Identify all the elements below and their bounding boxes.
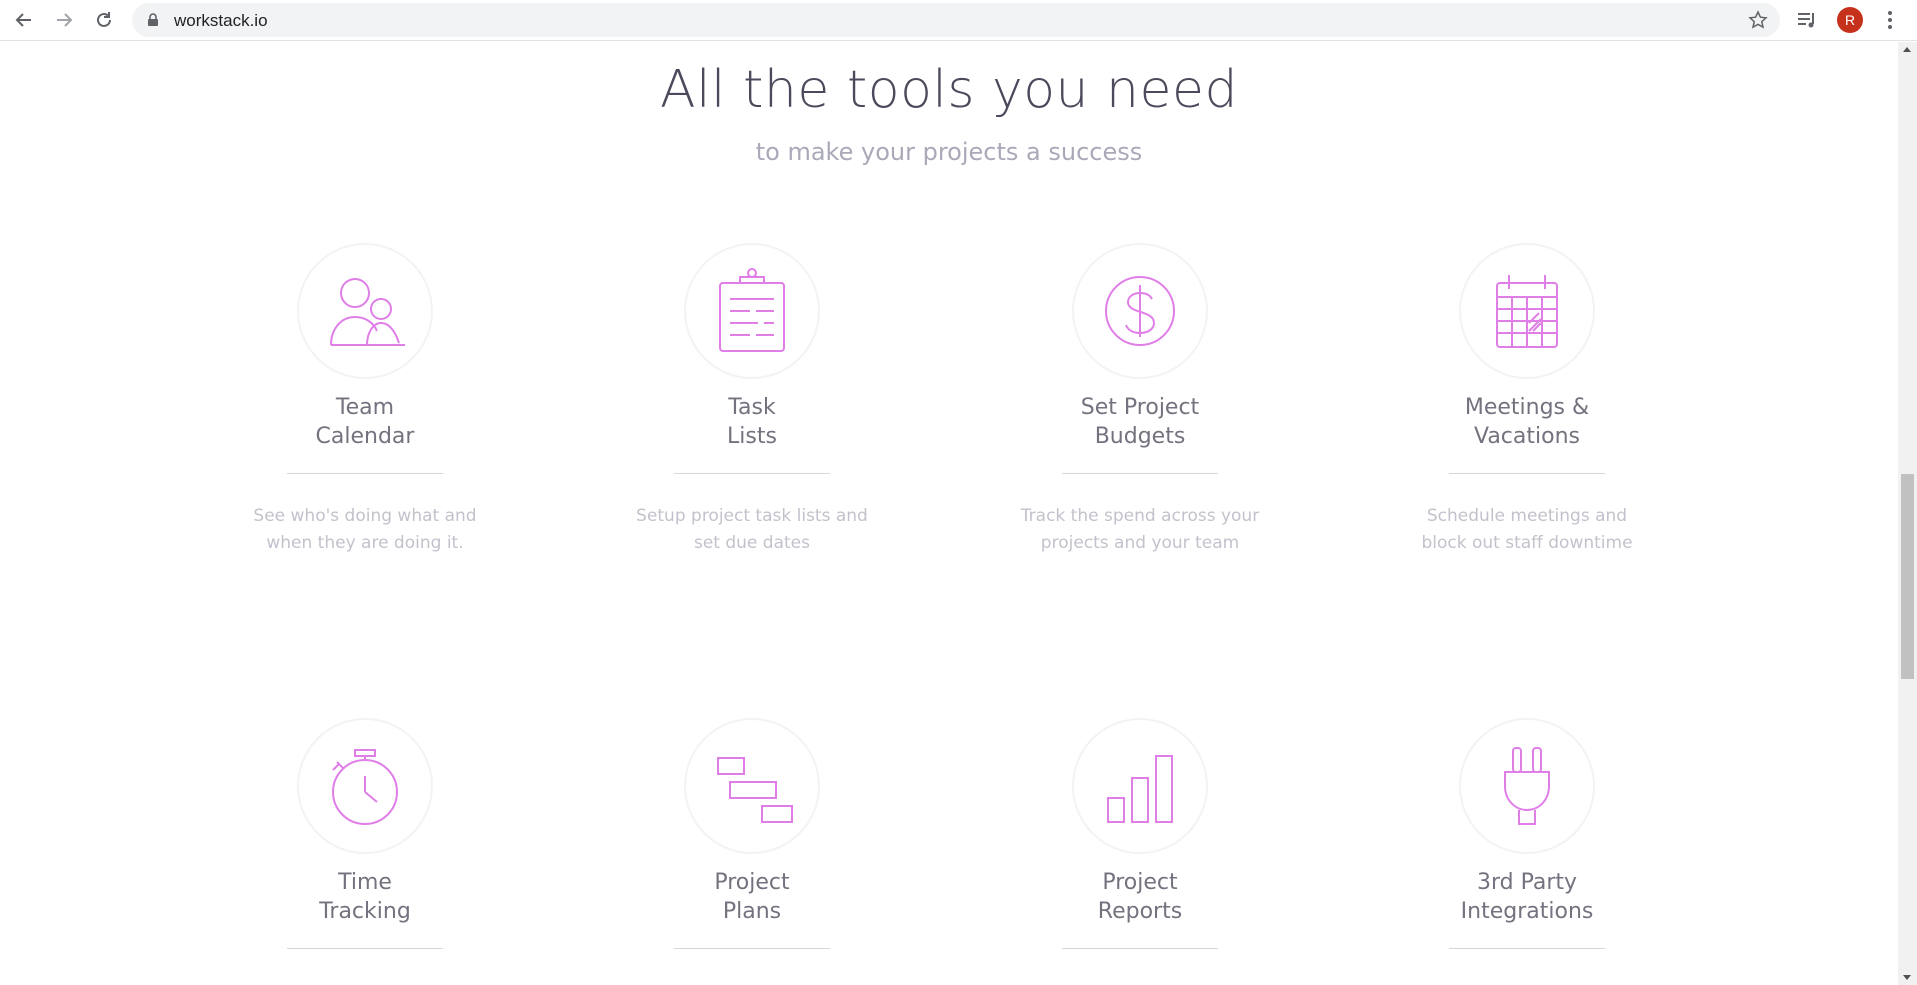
bar-chart-icon <box>1072 718 1208 854</box>
feature-title: 3rd Party Integrations <box>1460 870 1594 924</box>
gantt-plan-icon <box>684 718 820 854</box>
page-viewport: All the tools you need to make your proj… <box>0 42 1898 985</box>
address-bar[interactable]: workstack.io <box>132 3 1780 37</box>
divider <box>1062 473 1218 474</box>
scroll-down-arrow-icon[interactable] <box>1903 975 1911 980</box>
divider <box>287 948 443 949</box>
forward-arrow-icon[interactable] <box>50 6 78 34</box>
divider <box>674 948 830 949</box>
profile-avatar[interactable]: R <box>1837 7 1863 33</box>
stopwatch-icon <box>297 718 433 854</box>
browser-toolbar: workstack.io R <box>0 0 1917 41</box>
back-arrow-icon[interactable] <box>10 6 38 34</box>
feature-title: Task Lists <box>727 395 777 449</box>
divider <box>1449 948 1605 949</box>
feature-title: Project Plans <box>714 870 790 924</box>
reload-icon[interactable] <box>90 6 118 34</box>
feature-title: Team Calendar <box>315 395 415 449</box>
scrollbar-thumb[interactable] <box>1901 474 1914 679</box>
feature-description: Schedule meetings and block out staff do… <box>1421 506 1633 553</box>
divider <box>287 473 443 474</box>
plug-icon <box>1459 718 1595 854</box>
feature-title: Project Reports <box>1097 870 1183 924</box>
clipboard-list-icon <box>684 243 820 379</box>
scroll-up-arrow-icon[interactable] <box>1903 47 1911 52</box>
divider <box>1449 473 1605 474</box>
divider <box>1062 948 1218 949</box>
section-heading: All the tools you need <box>660 60 1238 120</box>
media-control-icon[interactable] <box>1796 9 1818 31</box>
feature-description: See who's doing what and when they are d… <box>253 506 477 553</box>
feature-description: Setup project task lists and set due dat… <box>636 506 868 553</box>
lock-icon[interactable] <box>146 13 160 27</box>
feature-title: Time Tracking <box>319 870 411 924</box>
vertical-scrollbar[interactable] <box>1898 42 1917 985</box>
team-people-icon <box>297 243 433 379</box>
menu-dots-icon[interactable] <box>1880 9 1900 31</box>
calendar-grid-icon <box>1459 243 1595 379</box>
divider <box>674 473 830 474</box>
feature-title: Set Project Budgets <box>1080 395 1200 449</box>
feature-title: Meetings & Vacations <box>1464 395 1590 449</box>
section-subheading: to make your projects a success <box>755 138 1143 166</box>
url-text[interactable]: workstack.io <box>174 11 268 31</box>
dollar-coin-icon <box>1072 243 1208 379</box>
feature-description: Track the spend across your projects and… <box>1020 506 1260 553</box>
star-icon[interactable] <box>1748 10 1768 30</box>
